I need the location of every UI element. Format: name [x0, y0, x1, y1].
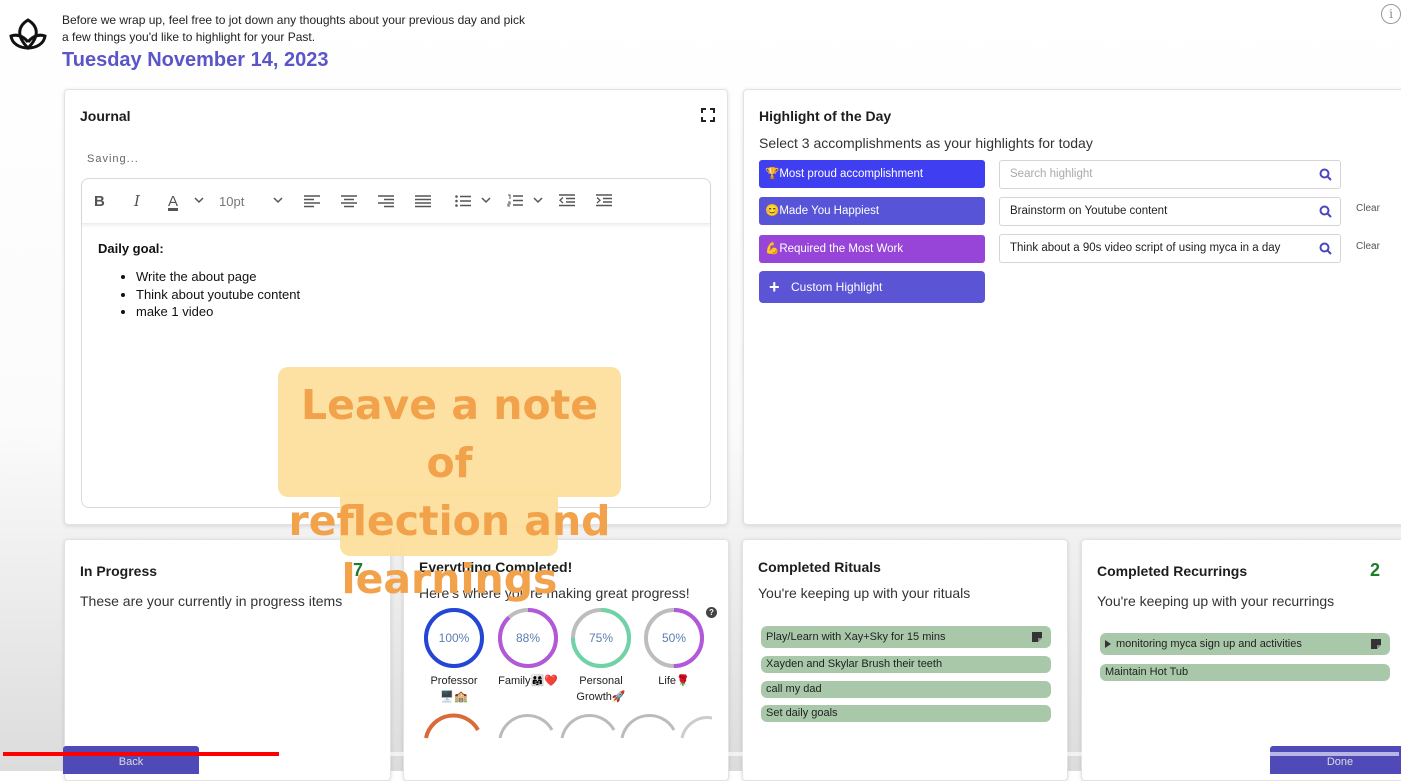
numbered-list-icon[interactable]: [507, 194, 523, 214]
list-item: Write the about page: [136, 268, 300, 286]
ring-percent: 75%: [589, 631, 613, 645]
chevron-down-icon[interactable]: [533, 197, 543, 217]
rituals-subtitle: You're keeping up with your rituals: [758, 585, 971, 601]
bold-button[interactable]: B: [94, 191, 105, 211]
recurring-label: monitoring myca sign up and activities: [1116, 638, 1302, 650]
help-icon[interactable]: ?: [706, 607, 717, 618]
recurring-item[interactable]: Maintain Hot Tub: [1100, 664, 1390, 681]
ring-graphic: 100%: [424, 608, 484, 668]
progress-ring[interactable]: 88% Family👨‍👩‍👧❤️: [496, 606, 560, 689]
align-justify-icon[interactable]: [415, 195, 431, 215]
search-icon[interactable]: [1319, 168, 1332, 181]
recurrings-title: Completed Recurrings: [1097, 563, 1248, 579]
editor-toolbar: B I A 10pt: [82, 179, 710, 224]
rituals-title: Completed Rituals: [758, 559, 881, 575]
annotation-line: Leave a note of: [300, 381, 599, 487]
highlight-value: Brainstorm on Youtube content: [1010, 205, 1168, 217]
highlight-input-most-work[interactable]: Think about a 90s video script of using …: [999, 234, 1341, 263]
ring-label: Professor 🖥️🏫: [430, 675, 478, 703]
ring-graphic: 75%: [571, 608, 631, 668]
clear-button[interactable]: Clear: [1356, 203, 1380, 214]
highlight-card: Highlight of the Day Select 3 accomplish…: [743, 89, 1401, 525]
highlight-value: Think about a 90s video script of using …: [1010, 242, 1281, 254]
recurring-item[interactable]: monitoring myca sign up and activities: [1100, 633, 1390, 655]
custom-highlight-label: Custom Highlight: [791, 280, 883, 294]
highlight-category-most-work[interactable]: 💪Required the Most Work: [759, 235, 985, 263]
ritual-item[interactable]: Play/Learn with Xay+Sky for 15 mins: [761, 626, 1051, 648]
completed-rituals-card: Completed Rituals You're keeping up with…: [742, 539, 1068, 781]
recurrings-count: 2: [1370, 560, 1381, 580]
video-progress-fill: [3, 752, 280, 756]
progress-ring[interactable]: 75% Personal Growth🚀: [569, 606, 633, 705]
in-progress-title: In Progress: [80, 563, 158, 579]
ring-percent: 50%: [662, 631, 686, 645]
highlight-title: Highlight of the Day: [759, 108, 892, 124]
highlight-search-input[interactable]: Search highlight: [999, 160, 1341, 189]
ring-graphic: 50%: [644, 608, 704, 668]
highlight-input-happiest[interactable]: Brainstorm on Youtube content: [999, 197, 1341, 226]
expand-icon[interactable]: [701, 108, 715, 122]
done-button[interactable]: Done: [1270, 746, 1401, 774]
ring-percent: 100%: [439, 631, 470, 645]
ring-graphic: 88%: [498, 608, 558, 668]
ring-label: Family👨‍👩‍👧❤️: [498, 675, 558, 687]
note-icon[interactable]: [1370, 638, 1382, 650]
annotation-line: reflection and: [288, 497, 611, 545]
bullet-list-icon[interactable]: [455, 195, 471, 215]
goal-heading: Daily goal:: [98, 241, 164, 256]
caret-right-icon[interactable]: [1105, 640, 1111, 648]
ritual-item[interactable]: Set daily goals: [761, 705, 1051, 722]
ring-percent: 88%: [516, 631, 540, 645]
chevron-down-icon[interactable]: [481, 197, 491, 217]
search-icon[interactable]: [1319, 205, 1332, 218]
editor-content[interactable]: Daily goal: Write the about page Think a…: [98, 241, 300, 321]
journal-title: Journal: [80, 108, 131, 124]
clear-button[interactable]: Clear: [1356, 241, 1380, 252]
ritual-item[interactable]: Xayden and Skylar Brush their teeth: [761, 656, 1051, 673]
intro-line-2: a few things you'd like to highlight for…: [62, 30, 316, 44]
note-icon[interactable]: [1031, 631, 1043, 643]
intro-text: Before we wrap up, feel free to jot down…: [62, 12, 542, 46]
ritual-label: Play/Learn with Xay+Sky for 15 mins: [766, 631, 946, 643]
highlight-category-proud[interactable]: 🏆Most proud accomplishment: [759, 160, 985, 188]
font-color-button[interactable]: A: [168, 191, 178, 211]
recurrings-subtitle: You're keeping up with your recurrings: [1097, 593, 1335, 609]
highlight-category-happiest[interactable]: 😊Made You Happiest: [759, 197, 985, 225]
annotation-line: learnings: [341, 555, 558, 603]
myca-logo: [9, 18, 47, 51]
more-rings: [424, 713, 712, 739]
progress-ring[interactable]: 100% Professor 🖥️🏫: [422, 606, 486, 705]
intro-line-1: Before we wrap up, feel free to jot down…: [62, 13, 525, 27]
goal-list: Write the about page Think about youtube…: [98, 268, 300, 321]
outdent-icon[interactable]: [559, 194, 575, 214]
info-icon[interactable]: i: [1381, 4, 1401, 24]
list-item: Think about youtube content: [136, 286, 300, 304]
indent-icon[interactable]: [596, 194, 612, 214]
back-button[interactable]: Back: [63, 746, 199, 774]
completed-recurrings-card: Completed Recurrings 2 You're keeping up…: [1081, 539, 1401, 781]
align-left-icon[interactable]: [304, 195, 320, 215]
progress-ring[interactable]: 50% Life🌹: [642, 606, 706, 689]
annotation-text: Leave a note of reflection and learnings: [278, 376, 621, 608]
italic-button[interactable]: I: [134, 191, 140, 211]
plus-icon: +: [769, 277, 780, 297]
ring-label: Personal Growth🚀: [576, 675, 626, 703]
page-date: Tuesday November 14, 2023: [62, 49, 329, 71]
custom-highlight-button[interactable]: + Custom Highlight: [759, 271, 985, 303]
ritual-item[interactable]: call my dad: [761, 681, 1051, 698]
ring-label: Life🌹: [658, 675, 690, 687]
search-placeholder: Search highlight: [1010, 168, 1093, 180]
highlight-subtitle: Select 3 accomplishments as your highlig…: [759, 135, 1093, 151]
chevron-down-icon[interactable]: [273, 197, 283, 217]
search-icon[interactable]: [1319, 242, 1332, 255]
align-right-icon[interactable]: [378, 195, 394, 215]
chevron-down-icon[interactable]: [194, 197, 204, 217]
save-status: Saving...: [87, 153, 139, 165]
align-center-icon[interactable]: [341, 195, 357, 215]
list-item: make 1 video: [136, 303, 300, 321]
font-size-select[interactable]: 10pt: [219, 191, 244, 211]
